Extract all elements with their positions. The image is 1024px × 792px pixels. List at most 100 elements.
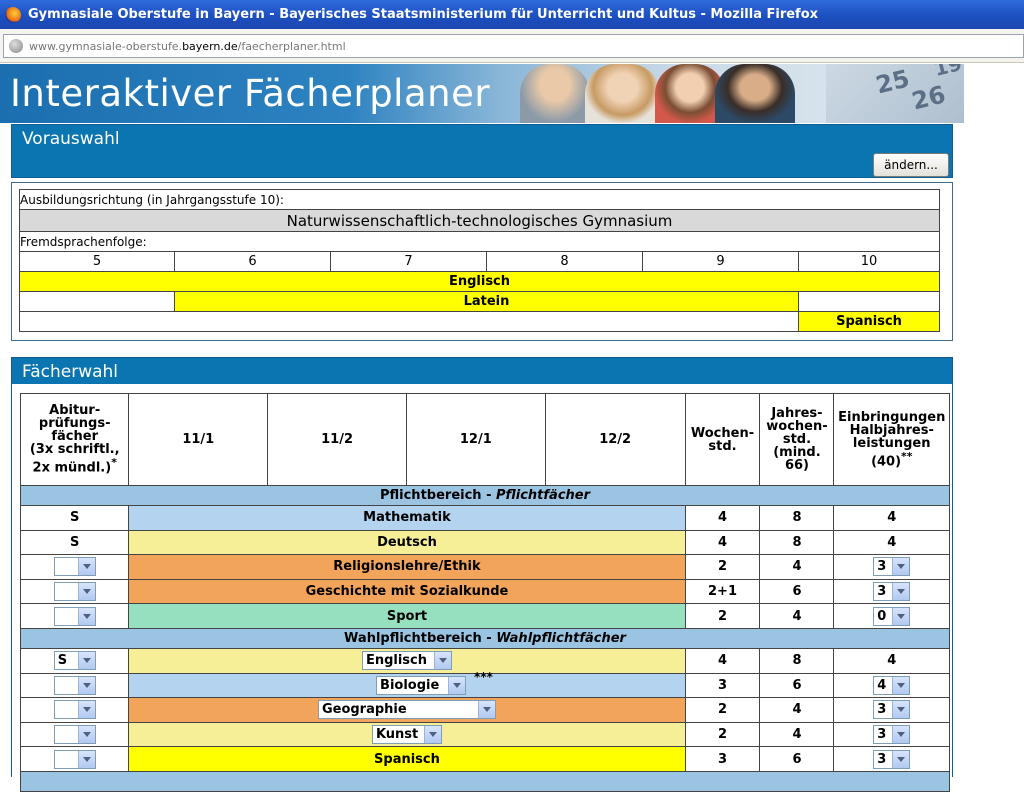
abitur-select[interactable] bbox=[53, 606, 96, 626]
col-header-abitur: Abitur-prüfungs-fächer (3x schriftl., 2x m… bbox=[19, 393, 130, 486]
address-bar[interactable]: www.gymnasiale-oberstufe. bayern.de/faech… bbox=[3, 34, 1024, 58]
abitur-cell: S bbox=[19, 647, 130, 674]
einbringungen-select[interactable]: 0 bbox=[873, 606, 911, 626]
subject-name: Sport bbox=[128, 603, 686, 629]
faecherwahl-header: Fächerwahl bbox=[12, 358, 952, 384]
abitur-select[interactable] bbox=[53, 749, 96, 769]
section-pflichtbereich: Pflichtbereich - Pflichtfächer bbox=[20, 485, 950, 506]
subject-name: Mathematik bbox=[128, 505, 686, 531]
window-titlebar: Gymnasiale Oberstufe in Bayern - Bayeris… bbox=[0, 0, 1024, 29]
site-banner: Interaktiver Fächerplaner 25 26 19 bbox=[0, 64, 964, 123]
subject-select-geographie[interactable]: Geographie bbox=[317, 700, 496, 720]
chevron-down-icon[interactable] bbox=[77, 558, 95, 576]
change-button[interactable]: ändern... bbox=[873, 153, 949, 177]
einbringungen-select[interactable]: 3 bbox=[873, 700, 911, 720]
abitur-select[interactable]: S bbox=[53, 651, 96, 671]
calendar-number: 19 bbox=[931, 64, 964, 82]
abitur-value: S bbox=[19, 529, 130, 556]
chevron-down-icon[interactable] bbox=[892, 558, 910, 576]
calendar-graphic: 25 26 19 bbox=[826, 64, 964, 123]
wochen-value: 2 bbox=[684, 554, 761, 580]
grade-cell: 9 bbox=[642, 251, 799, 272]
abitur-select[interactable] bbox=[53, 557, 96, 577]
abitur-select[interactable] bbox=[53, 582, 96, 602]
chevron-down-icon[interactable] bbox=[77, 676, 95, 694]
banner-title: Interaktiver Fächerplaner bbox=[10, 72, 491, 115]
einbringungen-select[interactable]: 3 bbox=[873, 749, 911, 769]
chevron-down-icon[interactable] bbox=[892, 583, 910, 601]
table-row: S Deutsch 4 8 4 bbox=[19, 529, 950, 556]
chevron-down-icon[interactable] bbox=[892, 726, 910, 744]
chevron-down-icon[interactable] bbox=[448, 676, 466, 694]
subject-table: Abitur-prüfungs-fächer (3x schriftl., 2x m… bbox=[19, 393, 950, 792]
einbringungen-select[interactable]: 4 bbox=[873, 675, 911, 695]
window-title: Gymnasiale Oberstufe in Bayern - Bayeris… bbox=[28, 7, 819, 22]
footnote-stars: *** bbox=[474, 669, 493, 684]
chevron-down-icon[interactable] bbox=[77, 750, 95, 768]
col-header-12-2: 12/2 bbox=[544, 393, 686, 486]
subject-name: Deutsch bbox=[128, 529, 686, 556]
language-empty bbox=[797, 291, 941, 312]
ausbildung-label: Ausbildungsrichtung (in Jahrgangsstufe 1… bbox=[18, 189, 941, 210]
jahres-value: 8 bbox=[759, 647, 835, 674]
col-header-12-1: 12/1 bbox=[405, 393, 546, 486]
chevron-down-icon[interactable] bbox=[77, 726, 95, 744]
chevron-down-icon[interactable] bbox=[433, 652, 451, 670]
subject-select-biologie[interactable]: Biologie bbox=[376, 675, 467, 695]
chevron-down-icon[interactable] bbox=[892, 676, 910, 694]
chevron-down-icon[interactable] bbox=[477, 701, 495, 719]
chevron-down-icon[interactable] bbox=[77, 652, 95, 670]
abitur-select[interactable] bbox=[53, 675, 96, 695]
wochen-value: 3 bbox=[684, 672, 761, 699]
einbringungen-select[interactable]: 3 bbox=[873, 582, 911, 602]
wochen-value: 2 bbox=[684, 721, 761, 748]
language-spanisch: Spanisch bbox=[797, 311, 941, 332]
col-header-einbringungen: Einbringungen Halbjahres-leistungen (40)** bbox=[833, 393, 950, 486]
table-row: Biologie *** 3 6 4 bbox=[19, 669, 950, 699]
jahres-value: 4 bbox=[759, 554, 835, 580]
grade-row: 5 6 7 8 9 10 bbox=[19, 251, 941, 272]
ausbildung-value: Naturwissenschaftlich-technologisches Gy… bbox=[18, 209, 941, 232]
col-header-11-2: 11/2 bbox=[267, 393, 407, 486]
language-latein: Latein bbox=[174, 291, 799, 312]
chevron-down-icon[interactable] bbox=[423, 726, 441, 744]
einbr-cell: 3 bbox=[833, 554, 950, 580]
chevron-down-icon[interactable] bbox=[892, 701, 910, 719]
vorauswahl-header: Vorauswahl bbox=[12, 125, 952, 151]
vorauswahl-details: Ausbildungsrichtung (in Jahrgangsstufe 1… bbox=[11, 182, 953, 341]
section-next bbox=[20, 770, 950, 792]
table-row: Kunst 2 4 3 bbox=[19, 721, 950, 748]
abitur-select[interactable] bbox=[53, 700, 96, 720]
jahres-value: 6 bbox=[759, 578, 835, 605]
abitur-select[interactable] bbox=[53, 725, 96, 745]
calendar-number: 26 bbox=[909, 80, 949, 116]
url-prefix: www.gymnasiale-oberstufe. bbox=[29, 39, 183, 53]
calendar-number: 25 bbox=[873, 64, 913, 100]
subject-select-englisch[interactable]: Englisch bbox=[361, 651, 452, 671]
table-row: Geschichte mit Sozialkunde 2+1 6 3 bbox=[19, 578, 950, 605]
language-englisch: Englisch bbox=[18, 271, 941, 292]
einbringungen-select[interactable]: 3 bbox=[873, 557, 911, 577]
chevron-down-icon[interactable] bbox=[892, 607, 910, 625]
table-row: S Mathematik 4 8 4 bbox=[19, 505, 950, 531]
firefox-icon bbox=[5, 6, 21, 23]
chevron-down-icon[interactable] bbox=[77, 607, 95, 625]
abitur-cell bbox=[19, 578, 130, 605]
einbr-cell: 4 bbox=[833, 672, 950, 699]
chevron-down-icon[interactable] bbox=[77, 701, 95, 719]
einbr-cell: 3 bbox=[833, 721, 950, 748]
language-empty bbox=[19, 311, 799, 332]
grade-cell: 8 bbox=[486, 251, 643, 272]
table-row: Geographie 2 4 3 bbox=[19, 697, 950, 723]
col-header-11-1: 11/1 bbox=[128, 393, 269, 486]
chevron-down-icon[interactable] bbox=[77, 583, 95, 601]
student-photo-4 bbox=[715, 64, 795, 123]
chevron-down-icon[interactable] bbox=[892, 750, 910, 768]
einbringungen-select[interactable]: 3 bbox=[873, 725, 911, 745]
student-photo-2 bbox=[585, 64, 660, 123]
language-table: Ausbildungsrichtung (in Jahrgangsstufe 1… bbox=[18, 189, 941, 332]
abitur-cell bbox=[19, 697, 130, 723]
abitur-cell bbox=[19, 672, 130, 699]
subject-select-kunst[interactable]: Kunst bbox=[371, 725, 442, 745]
table-header-row: Abitur-prüfungs-fächer (3x schriftl., 2x m… bbox=[19, 393, 950, 486]
